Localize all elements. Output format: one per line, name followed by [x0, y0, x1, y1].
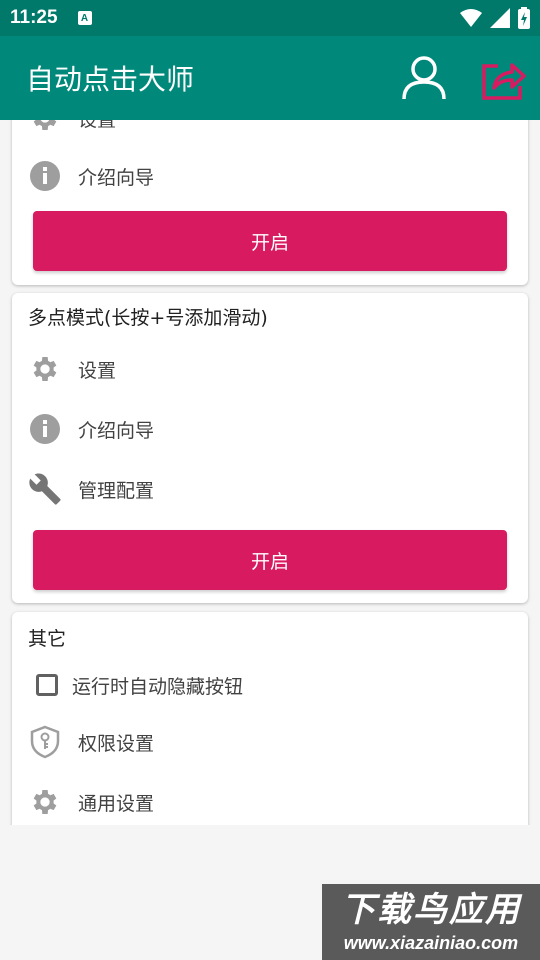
permission-settings-row[interactable]: 权限设置 [28, 722, 154, 762]
notification-icon: A [77, 11, 92, 25]
start-button[interactable]: 开启 [33, 530, 507, 590]
info-icon [28, 412, 62, 446]
single-mode-card: 设置 介绍向导 开启 [12, 120, 528, 285]
intro-guide-row[interactable]: 介绍向导 [28, 409, 154, 449]
share-button[interactable] [478, 54, 528, 104]
status-time: 11:25 [10, 7, 58, 28]
status-icons [460, 7, 530, 29]
card-title: 其它 [28, 628, 67, 650]
intro-guide-label: 介绍向导 [78, 419, 155, 442]
settings-label: 设置 [78, 359, 117, 382]
intro-guide-label: 介绍向导 [78, 166, 155, 189]
general-settings-row[interactable]: 通用设置 [28, 782, 154, 822]
gear-icon [28, 120, 62, 135]
wrench-icon [28, 472, 62, 506]
info-icon [28, 159, 62, 193]
user-icon [402, 56, 446, 100]
auto-hide-label: 运行时自动隐藏按钮 [72, 675, 244, 698]
other-card: 其它 运行时自动隐藏按钮 权限设置 通用设置 [12, 612, 528, 825]
start-button[interactable]: 开启 [33, 211, 507, 271]
card-title: 多点模式(长按+号添加滑动) [28, 307, 268, 329]
share-icon [482, 63, 526, 100]
intro-guide-row[interactable]: 介绍向导 [28, 156, 154, 196]
settings-label: 设置 [78, 120, 116, 132]
gear-icon [28, 785, 62, 819]
manage-config-row[interactable]: 管理配置 [28, 469, 154, 509]
multi-point-mode-card: 多点模式(长按+号添加滑动) 设置 介绍向导 管理配置 开启 [12, 293, 528, 603]
settings-row[interactable]: 设置 [28, 120, 116, 138]
wifi-icon [460, 9, 482, 27]
permission-settings-label: 权限设置 [78, 732, 155, 755]
watermark-logo: 下载鸟应用 www.xiazainiao.com [322, 884, 540, 960]
user-button[interactable] [400, 54, 448, 102]
content-list[interactable]: 设置 介绍向导 开启 多点模式(长按+号添加滑动) 设置 介绍向导 [0, 120, 540, 825]
app-title: 自动点击大师 [26, 63, 195, 96]
manage-config-label: 管理配置 [78, 479, 155, 502]
auto-hide-checkbox[interactable] [36, 674, 58, 696]
app-bar: 自动点击大师 [0, 36, 540, 120]
signal-icon [490, 8, 510, 28]
watermark-url: www.xiazainiao.com [343, 933, 519, 953]
gear-icon [28, 352, 62, 386]
battery-icon [518, 7, 530, 29]
general-settings-label: 通用设置 [78, 792, 155, 815]
auto-hide-checkbox-row[interactable]: 运行时自动隐藏按钮 [36, 665, 243, 705]
status-bar: 11:25 A [0, 0, 540, 36]
settings-row[interactable]: 设置 [28, 349, 116, 389]
watermark-text: 下载鸟应用 [341, 890, 521, 930]
shield-key-icon [28, 725, 62, 759]
